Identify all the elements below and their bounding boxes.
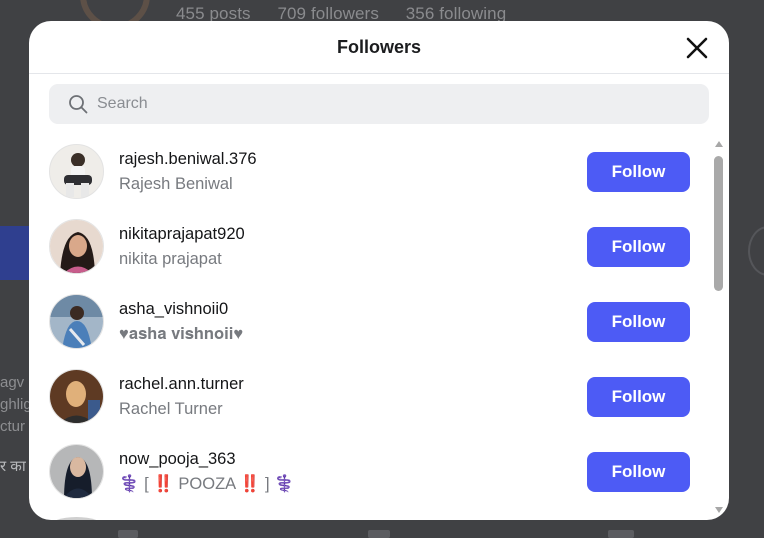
- search-icon: [69, 95, 88, 114]
- follower-username[interactable]: nikitaprajapat920: [119, 225, 245, 244]
- search-input[interactable]: [97, 84, 697, 124]
- background-bottom-nav: [118, 528, 638, 538]
- background-banner: [0, 226, 30, 280]
- list-item[interactable]: rachel.ann.turner Rachel Turner Follow: [29, 361, 709, 436]
- background-right-button: [748, 226, 764, 276]
- dialog-title: Followers: [336, 37, 421, 57]
- list-scrollbar[interactable]: [712, 139, 726, 515]
- follower-username[interactable]: asha_vishnoii0: [119, 300, 228, 319]
- list-item[interactable]: rajesh.beniwal.376 Rajesh Beniwal Follow: [29, 136, 709, 211]
- follower-fullname: ⚕️ [ ‼️ POOZA ‼️ ] ⚕️: [119, 475, 295, 493]
- follow-button[interactable]: Follow: [587, 302, 690, 342]
- follower-username[interactable]: now_pooja_363: [119, 450, 236, 469]
- avatar[interactable]: [49, 517, 104, 520]
- follower-fullname: Rachel Turner: [119, 400, 223, 418]
- follower-fullname: nikita prajapat: [119, 250, 222, 268]
- list-item[interactable]: asha_vishnoii0 ♥𝐚𝐬𝐡𝐚 𝐯𝐢𝐬𝐡𝐧𝐨𝐢𝐢♥ Follow: [29, 286, 709, 361]
- follow-button[interactable]: Follow: [587, 227, 690, 267]
- scroll-up-arrow-icon[interactable]: [715, 141, 723, 147]
- avatar[interactable]: [49, 444, 104, 499]
- reels-icon: [368, 530, 390, 538]
- avatar[interactable]: [49, 219, 104, 274]
- followers-dialog: Followers Search rajesh.beniwal.376 Raje…: [29, 21, 729, 520]
- close-icon: [686, 37, 708, 59]
- follower-username[interactable]: rajesh.beniwal.376: [119, 150, 257, 169]
- search-bar[interactable]: [49, 84, 709, 124]
- list-item[interactable]: now_pooja_363 ⚕️ [ ‼️ POOZA ‼️ ] ⚕️ Foll…: [29, 436, 709, 511]
- scroll-thumb[interactable]: [714, 156, 723, 291]
- follow-button[interactable]: Follow: [587, 452, 690, 492]
- scroll-down-arrow-icon[interactable]: [715, 507, 723, 513]
- avatar[interactable]: [49, 294, 104, 349]
- avatar[interactable]: [49, 144, 104, 199]
- close-button[interactable]: [684, 35, 710, 61]
- follower-fullname: ♥𝐚𝐬𝐡𝐚 𝐯𝐢𝐬𝐡𝐧𝐨𝐢𝐢♥: [119, 325, 244, 343]
- background-side-text: agv ghlig ctur: [0, 374, 30, 435]
- avatar[interactable]: [49, 369, 104, 424]
- follower-username[interactable]: rachel.ann.turner: [119, 375, 244, 394]
- follow-button[interactable]: Follow: [587, 377, 690, 417]
- grid-icon: [118, 530, 138, 538]
- list-item[interactable]: nikitaprajapat920 nikita prajapat Follow: [29, 211, 709, 286]
- follower-fullname: Rajesh Beniwal: [119, 175, 233, 193]
- dialog-header: Followers: [29, 21, 729, 74]
- follow-button[interactable]: Follow: [587, 152, 690, 192]
- background-side-text-2: र का: [0, 458, 26, 475]
- tagged-icon: [608, 530, 634, 538]
